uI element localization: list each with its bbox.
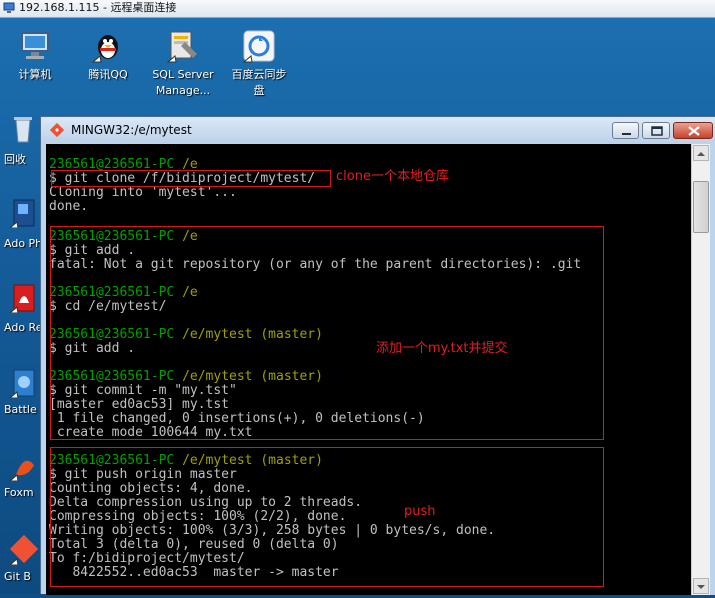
remote-desktop-icon [3, 2, 15, 13]
desktop-icon-sql-server[interactable]: SQL Server Manage... [148, 28, 218, 99]
maximize-icon [651, 126, 663, 136]
desktop-icon-label: 百度云同步 盘 [231, 68, 287, 97]
terminal-scrollbar[interactable] [691, 144, 710, 595]
window-right-border [710, 144, 715, 595]
scrollbar-thumb[interactable] [693, 181, 709, 233]
git-bash-icon [9, 535, 38, 565]
rdp-title-bar[interactable]: 192.168.1.115 - 远程桌面连接 [0, 0, 715, 18]
desktop-icon-adobe-reader[interactable] [0, 283, 42, 313]
side-icon-label: Ado Reade [4, 321, 42, 334]
minimize-icon [622, 133, 631, 135]
annotation-add-commit: 添加一个my.txt并提交 [376, 341, 508, 356]
desktop-icon-battle[interactable] [0, 368, 42, 398]
desktop-icon-photoshop[interactable] [0, 198, 42, 228]
desktop-icon-foxmail[interactable] [0, 451, 42, 481]
mingw-window[interactable]: MINGW32:/e/mytest 236561@236561-PC /e $ g… [40, 116, 715, 595]
sql-server-icon [166, 31, 197, 63]
window-title: MINGW32:/e/mytest [71, 123, 192, 137]
annotation-box-push [50, 447, 604, 587]
side-icon-label: Git B [4, 570, 31, 583]
side-icon-label: Battle [4, 403, 37, 416]
desktop-icon-recycle-bin[interactable] [0, 114, 42, 144]
foxmail-icon [9, 460, 34, 481]
terminal-output[interactable]: 236561@236561-PC /e $ git clone /f/bidipr… [46, 144, 691, 595]
close-icon [688, 126, 700, 136]
recycle-bin-icon [14, 117, 32, 143]
minimize-button[interactable] [612, 122, 639, 139]
desktop-icon-label: 腾讯QQ [88, 68, 128, 81]
rdp-title: 192.168.1.115 - 远程桌面连接 [19, 1, 177, 14]
adobe-reader-icon [9, 284, 35, 313]
maximize-button[interactable] [642, 122, 670, 139]
photoshop-icon [9, 199, 35, 228]
desktop-icon-label: SQL Server Manage... [152, 68, 214, 97]
window-title-bar[interactable]: MINGW32:/e/mytest [41, 117, 715, 143]
arrow-down-icon [697, 585, 705, 589]
desktop-icon-baidu-cloud[interactable]: 百度云同步 盘 [224, 28, 294, 99]
desktop-icon-label: 计算机 [18, 68, 52, 81]
desktop-icon-git-bash[interactable] [0, 535, 42, 565]
penguin-icon [91, 35, 118, 63]
annotation-push: push [404, 504, 436, 519]
annotation-clone: clone一个本地仓库 [336, 169, 449, 184]
scroll-down-button[interactable] [693, 578, 709, 594]
side-icon-label: Foxm [4, 486, 34, 499]
desktop-icon-computer[interactable]: 计算机 [0, 28, 70, 83]
side-icon-label: 回收 [4, 153, 26, 166]
baidu-cloud-icon [242, 30, 275, 63]
arrow-up-icon [697, 152, 705, 156]
side-icon-label: Ado Photo [4, 237, 42, 250]
battle-icon [9, 369, 35, 398]
computer-icon [21, 32, 49, 59]
output-line: done. [49, 199, 89, 214]
close-button[interactable] [673, 122, 713, 139]
annotation-box-add-commit [50, 226, 604, 440]
output-line: Cloning into 'mytest'... [49, 185, 237, 200]
git-icon [50, 123, 64, 137]
annotation-box-clone [51, 170, 331, 187]
desktop-icon-qq[interactable]: 腾讯QQ [73, 28, 143, 83]
scroll-up-button[interactable] [693, 145, 709, 161]
